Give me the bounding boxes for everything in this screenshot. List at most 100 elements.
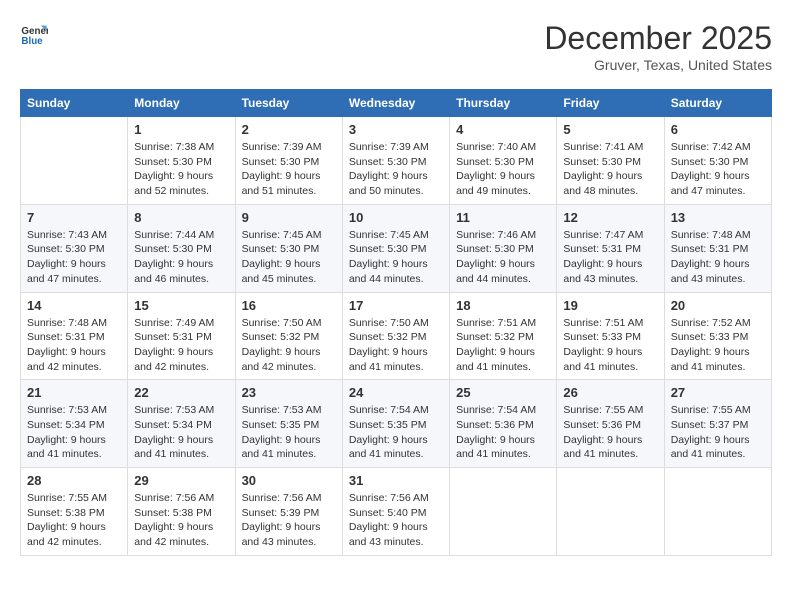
day-info: Sunrise: 7:42 AM Sunset: 5:30 PM Dayligh…: [671, 140, 765, 199]
calendar-cell: 23 Sunrise: 7:53 AM Sunset: 5:35 PM Dayli…: [235, 380, 342, 468]
day-info: Sunrise: 7:53 AM Sunset: 5:34 PM Dayligh…: [27, 403, 121, 462]
day-number: 30: [242, 473, 336, 488]
column-header-thursday: Thursday: [450, 90, 557, 117]
day-number: 5: [563, 122, 657, 137]
day-info: Sunrise: 7:38 AM Sunset: 5:30 PM Dayligh…: [134, 140, 228, 199]
day-info: Sunrise: 7:39 AM Sunset: 5:30 PM Dayligh…: [349, 140, 443, 199]
calendar-cell: 2 Sunrise: 7:39 AM Sunset: 5:30 PM Daylig…: [235, 117, 342, 205]
calendar-cell: 13 Sunrise: 7:48 AM Sunset: 5:31 PM Dayli…: [664, 204, 771, 292]
day-number: 15: [134, 298, 228, 313]
day-number: 3: [349, 122, 443, 137]
day-number: 8: [134, 210, 228, 225]
column-header-saturday: Saturday: [664, 90, 771, 117]
month-title: December 2025: [544, 20, 772, 57]
day-number: 24: [349, 385, 443, 400]
calendar-cell: 9Sunrise: 7:45 AM Sunset: 5:30 PM Daylig…: [235, 204, 342, 292]
calendar-week-4: 21 Sunrise: 7:53 AM Sunset: 5:34 PM Dayli…: [21, 380, 772, 468]
day-info: Sunrise: 7:46 AM Sunset: 5:30 PM Dayligh…: [456, 228, 550, 287]
calendar-cell: [21, 117, 128, 205]
day-info: Sunrise: 7:52 AM Sunset: 5:33 PM Dayligh…: [671, 316, 765, 375]
calendar-cell: 8Sunrise: 7:44 AM Sunset: 5:30 PM Daylig…: [128, 204, 235, 292]
day-number: 29: [134, 473, 228, 488]
column-header-tuesday: Tuesday: [235, 90, 342, 117]
day-number: 18: [456, 298, 550, 313]
calendar-week-1: 1 Sunrise: 7:38 AM Sunset: 5:30 PM Daylig…: [21, 117, 772, 205]
calendar-cell: 29 Sunrise: 7:56 AM Sunset: 5:38 PM Dayli…: [128, 468, 235, 556]
svg-text:Blue: Blue: [21, 36, 43, 47]
calendar-cell: 27 Sunrise: 7:55 AM Sunset: 5:37 PM Dayli…: [664, 380, 771, 468]
day-info: Sunrise: 7:45 AM Sunset: 5:30 PM Dayligh…: [242, 228, 336, 287]
calendar-week-5: 28 Sunrise: 7:55 AM Sunset: 5:38 PM Dayli…: [21, 468, 772, 556]
day-info: Sunrise: 7:48 AM Sunset: 5:31 PM Dayligh…: [27, 316, 121, 375]
day-number: 10: [349, 210, 443, 225]
day-number: 14: [27, 298, 121, 313]
calendar-cell: 5Sunrise: 7:41 AM Sunset: 5:30 PM Daylig…: [557, 117, 664, 205]
column-header-friday: Friday: [557, 90, 664, 117]
calendar-cell: 1 Sunrise: 7:38 AM Sunset: 5:30 PM Daylig…: [128, 117, 235, 205]
day-number: 6: [671, 122, 765, 137]
day-number: 22: [134, 385, 228, 400]
calendar-cell: [664, 468, 771, 556]
calendar-cell: 7 Sunrise: 7:43 AM Sunset: 5:30 PM Daylig…: [21, 204, 128, 292]
calendar-cell: 14 Sunrise: 7:48 AM Sunset: 5:31 PM Dayli…: [21, 292, 128, 380]
calendar-cell: 21 Sunrise: 7:53 AM Sunset: 5:34 PM Dayli…: [21, 380, 128, 468]
day-number: 4: [456, 122, 550, 137]
calendar-cell: 26 Sunrise: 7:55 AM Sunset: 5:36 PM Dayli…: [557, 380, 664, 468]
calendar-cell: 19Sunrise: 7:51 AM Sunset: 5:33 PM Dayli…: [557, 292, 664, 380]
calendar-cell: 4 Sunrise: 7:40 AM Sunset: 5:30 PM Daylig…: [450, 117, 557, 205]
day-info: Sunrise: 7:50 AM Sunset: 5:32 PM Dayligh…: [242, 316, 336, 375]
calendar-cell: 6 Sunrise: 7:42 AM Sunset: 5:30 PM Daylig…: [664, 117, 771, 205]
day-info: Sunrise: 7:54 AM Sunset: 5:35 PM Dayligh…: [349, 403, 443, 462]
day-info: Sunrise: 7:53 AM Sunset: 5:34 PM Dayligh…: [134, 403, 228, 462]
calendar-cell: 31 Sunrise: 7:56 AM Sunset: 5:40 PM Dayli…: [342, 468, 449, 556]
day-info: Sunrise: 7:48 AM Sunset: 5:31 PM Dayligh…: [671, 228, 765, 287]
calendar-cell: 15 Sunrise: 7:49 AM Sunset: 5:31 PM Dayli…: [128, 292, 235, 380]
day-number: 11: [456, 210, 550, 225]
day-number: 27: [671, 385, 765, 400]
day-info: Sunrise: 7:55 AM Sunset: 5:37 PM Dayligh…: [671, 403, 765, 462]
day-info: Sunrise: 7:47 AM Sunset: 5:31 PM Dayligh…: [563, 228, 657, 287]
day-info: Sunrise: 7:55 AM Sunset: 5:38 PM Dayligh…: [27, 491, 121, 550]
calendar-cell: 30 Sunrise: 7:56 AM Sunset: 5:39 PM Dayli…: [235, 468, 342, 556]
calendar-cell: 11 Sunrise: 7:46 AM Sunset: 5:30 PM Dayli…: [450, 204, 557, 292]
calendar-header: SundayMondayTuesdayWednesdayThursdayFrid…: [21, 90, 772, 117]
day-info: Sunrise: 7:45 AM Sunset: 5:30 PM Dayligh…: [349, 228, 443, 287]
day-number: 26: [563, 385, 657, 400]
calendar-cell: 18Sunrise: 7:51 AM Sunset: 5:32 PM Dayli…: [450, 292, 557, 380]
day-info: Sunrise: 7:50 AM Sunset: 5:32 PM Dayligh…: [349, 316, 443, 375]
calendar-cell: 25Sunrise: 7:54 AM Sunset: 5:36 PM Dayli…: [450, 380, 557, 468]
day-number: 28: [27, 473, 121, 488]
day-number: 7: [27, 210, 121, 225]
page-header: General Blue December 2025 Gruver, Texas…: [20, 20, 772, 73]
day-info: Sunrise: 7:56 AM Sunset: 5:38 PM Dayligh…: [134, 491, 228, 550]
calendar-cell: 3 Sunrise: 7:39 AM Sunset: 5:30 PM Daylig…: [342, 117, 449, 205]
day-info: Sunrise: 7:56 AM Sunset: 5:40 PM Dayligh…: [349, 491, 443, 550]
day-info: Sunrise: 7:56 AM Sunset: 5:39 PM Dayligh…: [242, 491, 336, 550]
calendar-cell: 17Sunrise: 7:50 AM Sunset: 5:32 PM Dayli…: [342, 292, 449, 380]
calendar-table: SundayMondayTuesdayWednesdayThursdayFrid…: [20, 89, 772, 556]
column-header-wednesday: Wednesday: [342, 90, 449, 117]
calendar-cell: 24 Sunrise: 7:54 AM Sunset: 5:35 PM Dayli…: [342, 380, 449, 468]
day-number: 31: [349, 473, 443, 488]
day-number: 25: [456, 385, 550, 400]
calendar-week-3: 14 Sunrise: 7:48 AM Sunset: 5:31 PM Dayli…: [21, 292, 772, 380]
day-info: Sunrise: 7:43 AM Sunset: 5:30 PM Dayligh…: [27, 228, 121, 287]
day-info: Sunrise: 7:40 AM Sunset: 5:30 PM Dayligh…: [456, 140, 550, 199]
day-number: 2: [242, 122, 336, 137]
day-number: 20: [671, 298, 765, 313]
calendar-cell: [557, 468, 664, 556]
day-info: Sunrise: 7:53 AM Sunset: 5:35 PM Dayligh…: [242, 403, 336, 462]
calendar-cell: 28 Sunrise: 7:55 AM Sunset: 5:38 PM Dayli…: [21, 468, 128, 556]
calendar-cell: 12 Sunrise: 7:47 AM Sunset: 5:31 PM Dayli…: [557, 204, 664, 292]
day-number: 21: [27, 385, 121, 400]
day-info: Sunrise: 7:49 AM Sunset: 5:31 PM Dayligh…: [134, 316, 228, 375]
day-number: 12: [563, 210, 657, 225]
day-number: 23: [242, 385, 336, 400]
logo: General Blue: [20, 20, 48, 48]
day-info: Sunrise: 7:39 AM Sunset: 5:30 PM Dayligh…: [242, 140, 336, 199]
title-block: December 2025 Gruver, Texas, United Stat…: [544, 20, 772, 73]
day-number: 13: [671, 210, 765, 225]
column-header-monday: Monday: [128, 90, 235, 117]
day-number: 1: [134, 122, 228, 137]
day-info: Sunrise: 7:55 AM Sunset: 5:36 PM Dayligh…: [563, 403, 657, 462]
